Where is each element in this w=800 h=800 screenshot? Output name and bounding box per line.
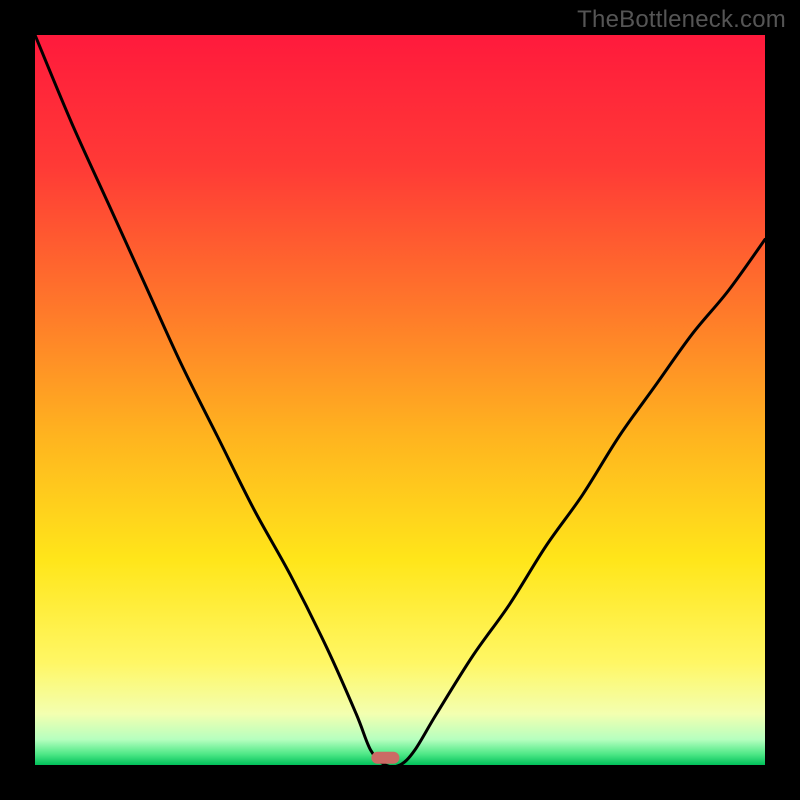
- marker-group: [371, 752, 399, 764]
- chart-frame: TheBottleneck.com: [0, 0, 800, 800]
- bottleneck-chart: [35, 35, 765, 765]
- optimum-marker: [371, 752, 399, 764]
- gradient-background: [35, 35, 765, 765]
- watermark-text: TheBottleneck.com: [577, 6, 786, 34]
- plot-area: [35, 35, 765, 765]
